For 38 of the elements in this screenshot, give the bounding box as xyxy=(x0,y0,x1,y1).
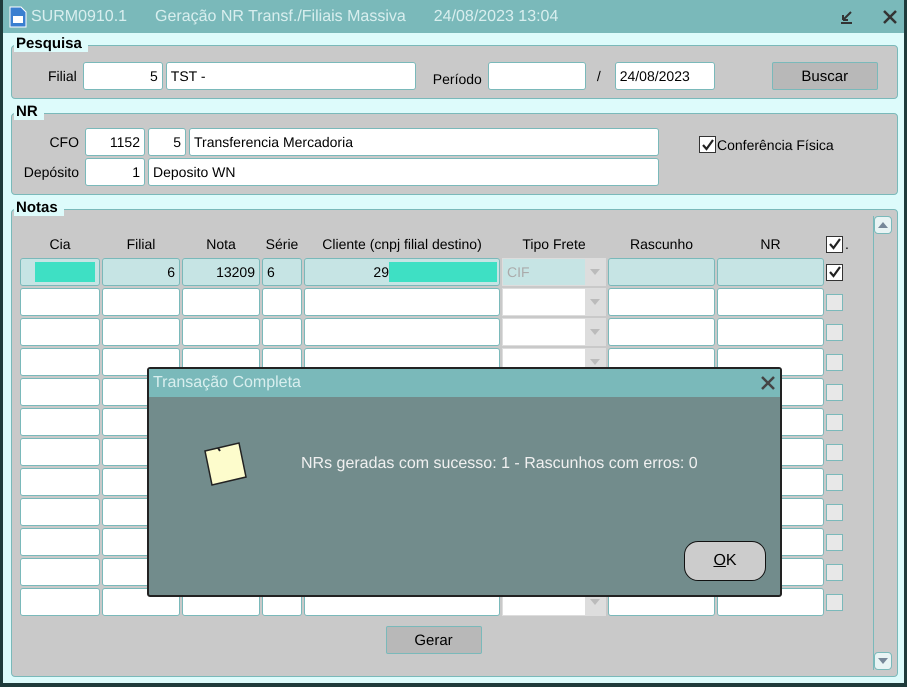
period-end-field[interactable]: 24/08/2023 xyxy=(614,62,715,90)
panel-legend: Pesquisa xyxy=(14,35,88,52)
column-header: Filial xyxy=(126,235,156,254)
column-header: Rascunho xyxy=(628,235,694,254)
deposit-field[interactable]: 1 xyxy=(85,158,145,186)
window-code: SURM0910.1 xyxy=(31,8,128,26)
column-header: NR xyxy=(759,235,782,254)
column-header: Série xyxy=(264,235,300,254)
column-header: Cia xyxy=(48,235,72,254)
column-header: Nota xyxy=(205,235,237,254)
generate-button[interactable]: Gerar xyxy=(386,626,482,654)
cfo-field[interactable]: 1152 xyxy=(85,128,145,156)
panel-legend: Notas xyxy=(14,199,64,216)
date-separator: / xyxy=(596,68,602,84)
checkbox-label: Conferência Física xyxy=(717,136,834,152)
filial-name-field[interactable]: TST - xyxy=(166,62,416,90)
column-header: Cliente (cnpj filial destino) xyxy=(321,235,483,254)
window-datetime: 24/08/2023 13:04 xyxy=(434,8,558,26)
table-cell: 13209 xyxy=(182,258,260,286)
field-label: Depósito xyxy=(22,164,80,180)
field-label: Período xyxy=(432,71,483,87)
ok-button[interactable]: OK xyxy=(684,541,766,581)
dialog-message: NRs geradas com sucesso: 1 - Rascunhos com erros: 0 xyxy=(301,455,698,473)
filial-code-field[interactable]: 5 xyxy=(82,62,163,90)
window-title: Geração NR Transf./Filiais Massiva xyxy=(155,8,406,26)
cfo-description-field[interactable]: Transferencia Mercadoria xyxy=(189,128,659,156)
header-dot: . xyxy=(845,236,849,252)
deposit-description-field[interactable]: Deposito WN xyxy=(148,158,659,186)
panel-legend: NR xyxy=(14,103,44,120)
table-cell: 6 xyxy=(102,258,180,286)
field-label: Filial xyxy=(48,68,78,84)
table-cell: 6 xyxy=(262,258,302,286)
search-button[interactable]: Buscar xyxy=(772,62,878,90)
field-label: CFO xyxy=(48,134,80,150)
dialog-title: Transação Completa xyxy=(153,374,301,392)
client-text: 29 xyxy=(373,264,389,280)
cfo-sub-field[interactable]: 5 xyxy=(148,128,186,156)
column-header: Tipo Frete xyxy=(521,235,587,254)
